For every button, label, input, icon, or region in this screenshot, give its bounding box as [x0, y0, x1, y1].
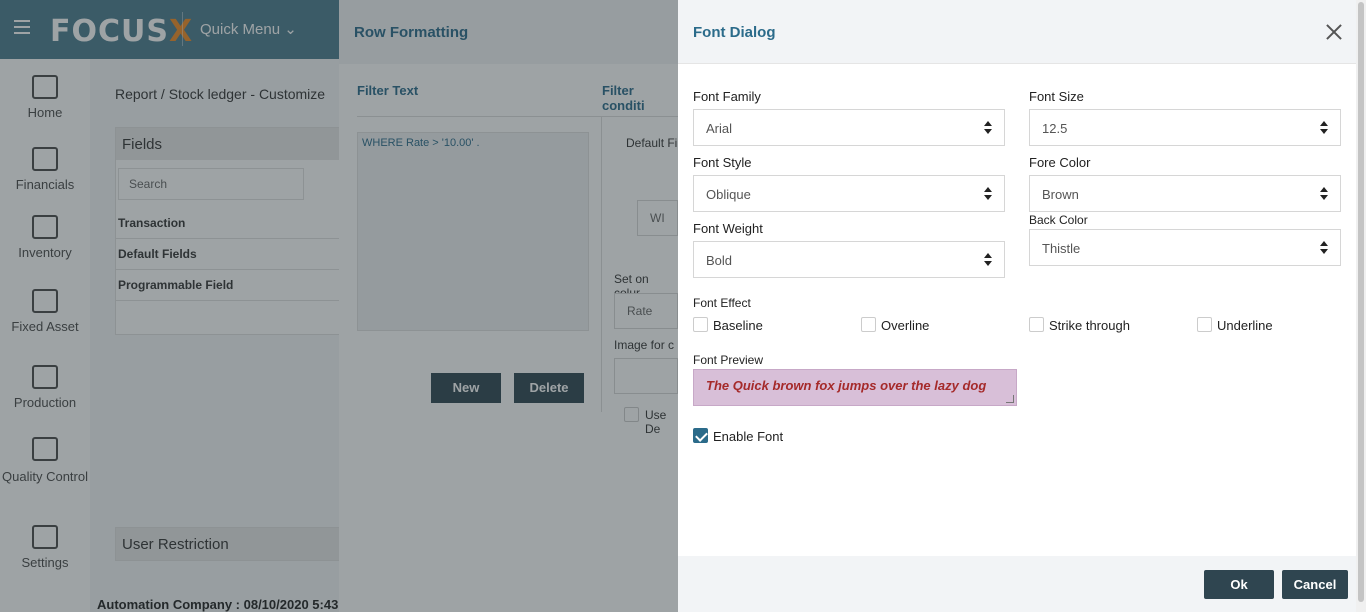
font-family-label: Font Family [693, 89, 761, 104]
font-preview-label: Font Preview [693, 353, 764, 367]
font-weight-select[interactable]: Bold [693, 241, 1005, 278]
cancel-button[interactable]: Cancel [1282, 570, 1348, 599]
fore-color-select[interactable]: Brown [1029, 175, 1341, 212]
row-formatting-shade [339, 0, 678, 612]
overline-checkbox[interactable] [861, 317, 876, 332]
back-color-select[interactable]: Thistle [1029, 229, 1341, 266]
select-arrows-icon [984, 121, 992, 135]
font-preview-box[interactable]: The Quick brown fox jumps over the lazy … [693, 369, 1017, 406]
enable-font-label: Enable Font [713, 429, 784, 444]
select-arrows-icon [1320, 187, 1328, 201]
enable-font-checkbox[interactable] [693, 428, 708, 443]
fore-color-label: Fore Color [1029, 155, 1091, 170]
font-style-label: Font Style [693, 155, 752, 170]
font-family-select[interactable]: Arial [693, 109, 1005, 146]
select-arrows-icon [1320, 121, 1328, 135]
select-arrows-icon [984, 253, 992, 267]
resize-grip-icon[interactable] [1006, 395, 1014, 403]
ok-button[interactable]: Ok [1204, 570, 1274, 599]
underline-checkbox[interactable] [1197, 317, 1212, 332]
baseline-label: Baseline [713, 318, 763, 333]
baseline-checkbox[interactable] [693, 317, 708, 332]
select-arrows-icon [1320, 241, 1328, 255]
font-size-label: Font Size [1029, 89, 1084, 104]
overline-label: Overline [881, 318, 930, 333]
font-dialog: Font Dialog Font Family Arial Font Size … [678, 0, 1366, 612]
font-dialog-header: Font Dialog [678, 0, 1366, 64]
scrollbar[interactable] [1356, 0, 1366, 612]
strike-through-checkbox[interactable] [1029, 317, 1044, 332]
font-dialog-title: Font Dialog [693, 24, 776, 41]
back-color-label: Back Color [1029, 213, 1088, 227]
scrollbar-thumb[interactable] [1358, 2, 1364, 602]
font-size-select[interactable]: 12.5 [1029, 109, 1341, 146]
select-arrows-icon [984, 187, 992, 201]
preview-text: The Quick brown fox jumps over the lazy … [706, 378, 987, 393]
strike-through-label: Strike through [1049, 318, 1130, 333]
font-effect-label: Font Effect [693, 296, 751, 310]
font-style-select[interactable]: Oblique [693, 175, 1005, 212]
underline-label: Underline [1217, 318, 1273, 333]
font-weight-label: Font Weight [693, 221, 763, 236]
close-icon[interactable] [1324, 22, 1344, 42]
